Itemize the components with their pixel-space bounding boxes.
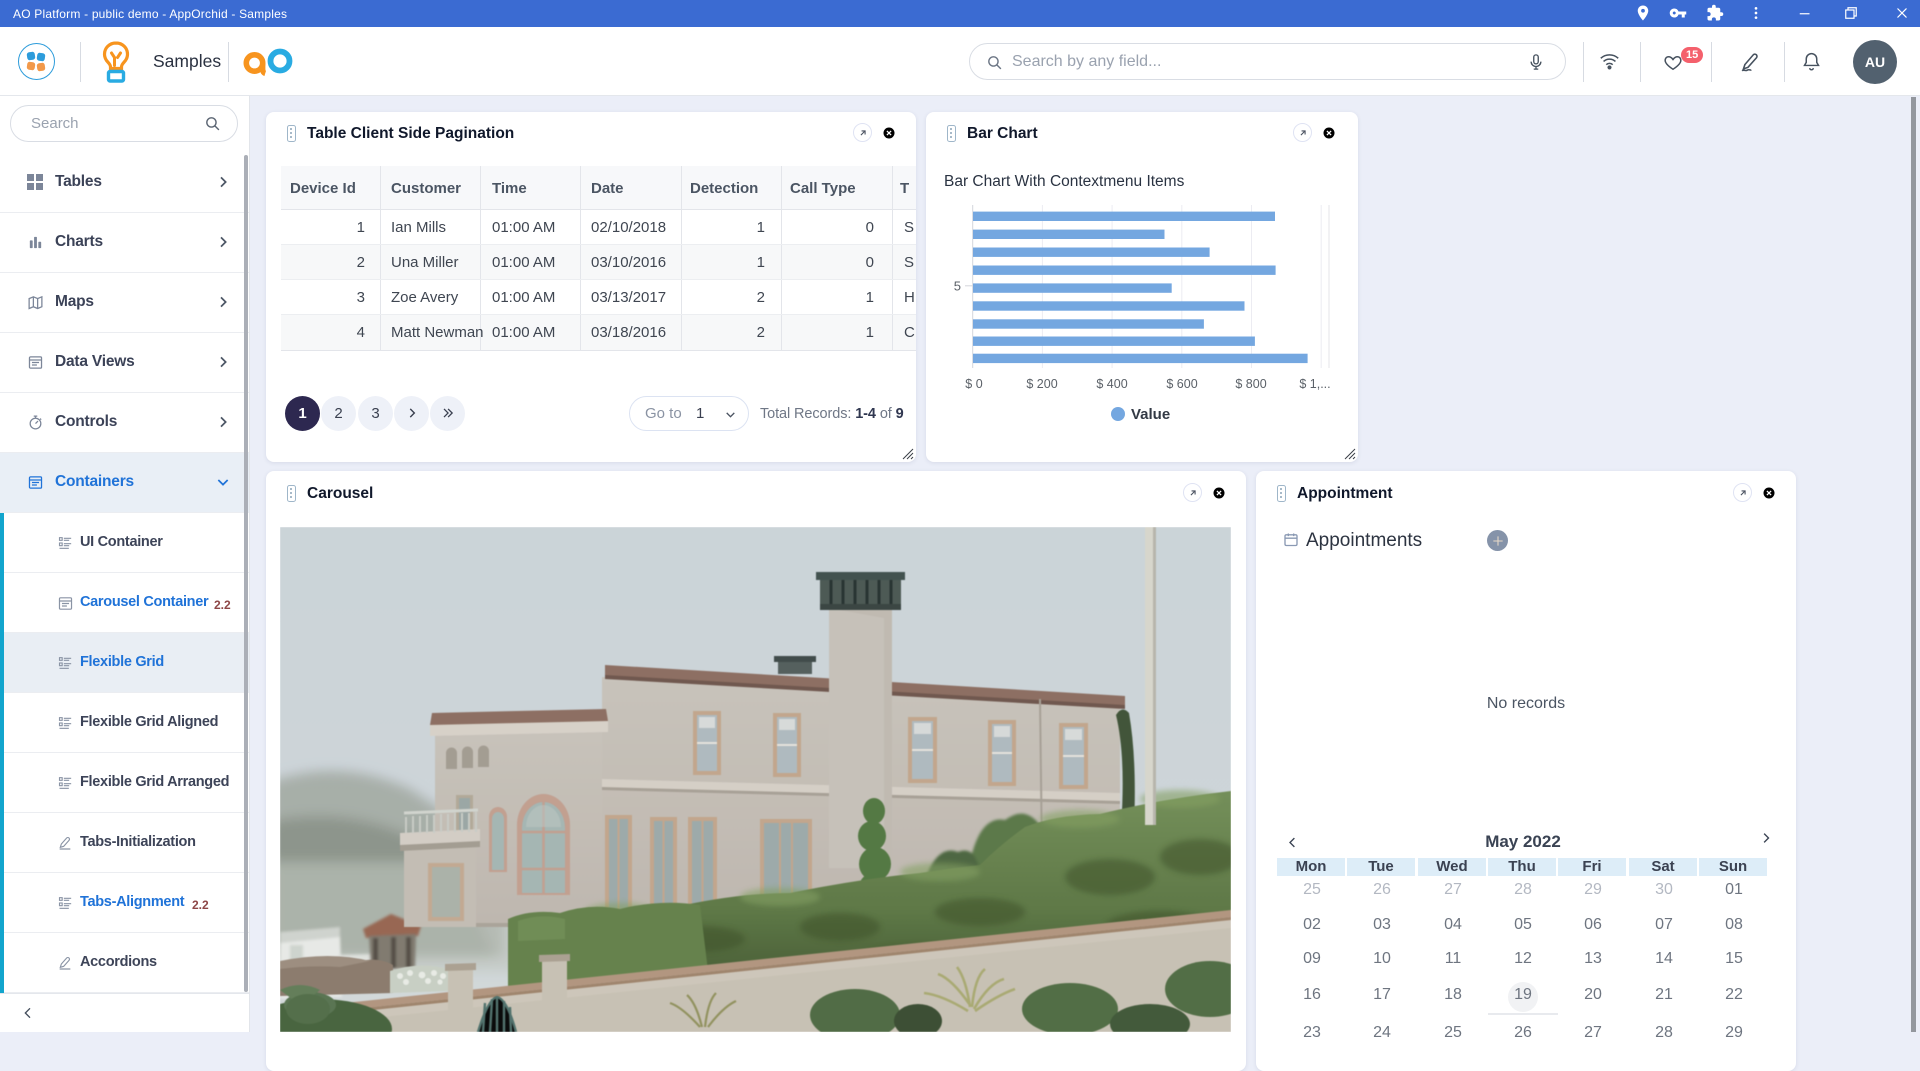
- svg-text:$ 600: $ 600: [1166, 377, 1197, 391]
- svg-text:$ 800: $ 800: [1235, 377, 1266, 391]
- svg-text:Value: Value: [1131, 406, 1170, 423]
- svg-text:5: 5: [954, 279, 961, 294]
- svg-text:$ 400: $ 400: [1096, 377, 1127, 391]
- svg-text:$ 200: $ 200: [1026, 377, 1057, 391]
- svg-text:$ 1,...: $ 1,...: [1299, 377, 1330, 391]
- svg-text:$ 0: $ 0: [965, 377, 982, 391]
